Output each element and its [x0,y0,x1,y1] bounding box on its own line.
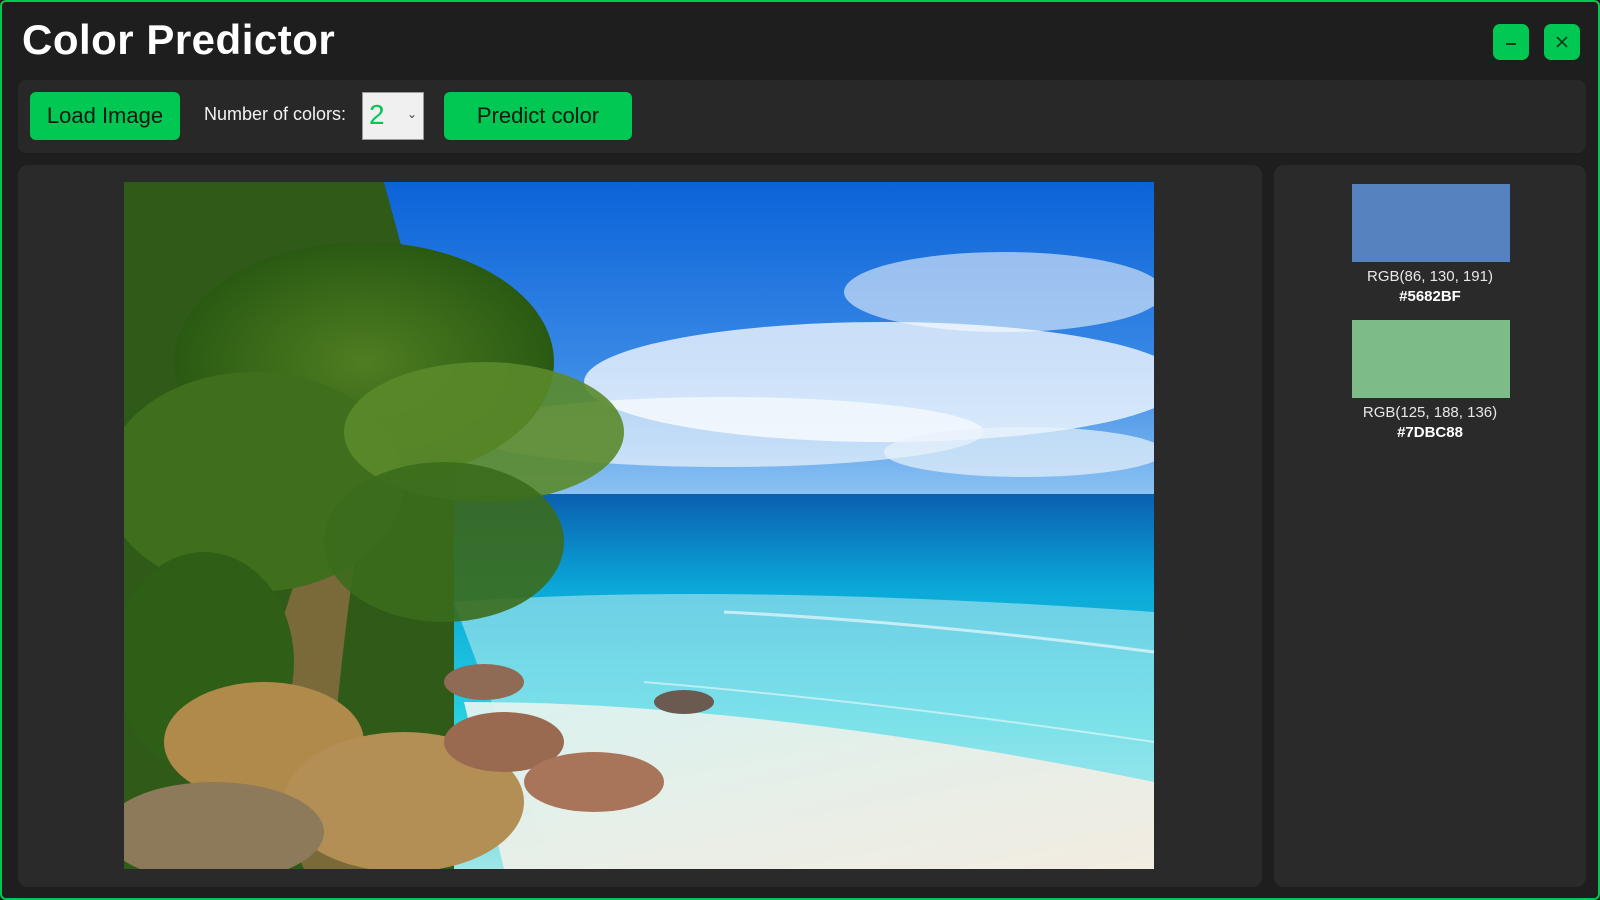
chevron-down-icon: ⌄ [406,107,417,121]
color-swatch-1 [1352,184,1510,262]
color-hex-2: #7DBC88 [1397,424,1463,441]
minimize-icon [1506,43,1516,45]
predicted-colors-panel: RGB(86, 130, 191) #5682BF RGB(125, 188, … [1274,165,1586,887]
color-swatch-2 [1352,320,1510,398]
app-title: Color Predictor [22,16,336,63]
close-button[interactable] [1544,24,1580,60]
number-of-colors-value: 2 [369,99,385,130]
toolbar: Load Image Number of colors: 2 ⌄ Predict… [18,80,1586,153]
app-window: Color Predictor Load Image Number of col… [0,0,1600,900]
image-panel [18,165,1262,887]
beach-photo [124,182,1154,869]
color-rgb-1: RGB(86, 130, 191) [1367,268,1493,285]
load-image-button[interactable]: Load Image [30,92,180,140]
number-of-colors-select[interactable]: 2 ⌄ [362,92,424,140]
color-hex-1: #5682BF [1399,288,1461,305]
predict-color-button[interactable]: Predict color [444,92,632,140]
number-of-colors-label: Number of colors: [204,104,347,124]
close-icon [1556,36,1568,48]
color-rgb-2: RGB(125, 188, 136) [1362,404,1498,421]
minimize-button[interactable] [1493,24,1529,60]
